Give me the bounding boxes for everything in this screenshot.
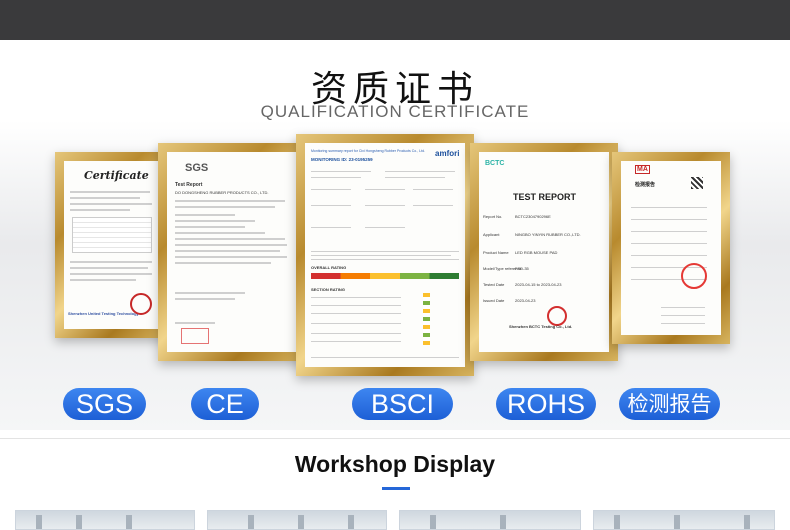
certificate-paper: BCTC TEST REPORT Report No. BCTC23047902… [479, 152, 609, 352]
badge-ce: CE [191, 388, 259, 420]
sgs-logo: SGS [185, 162, 209, 174]
report-label: Test Report [175, 182, 203, 188]
sgs-stamp-icon [181, 328, 209, 344]
certificate-paper: MA 检测报告 [621, 161, 721, 335]
report-row-label: Report No. [483, 214, 503, 219]
report-row-value: LED RGB MOUSE PAD [515, 250, 558, 255]
workshop-title: Workshop Display [294, 451, 496, 477]
workshop-title-underline [382, 487, 410, 490]
certificate-paper: Monitoring summary report for Cixi Hongs… [305, 143, 465, 367]
certificate-frame-2: SGS Test Report DO DONGSHENG RUBBER PROD… [158, 143, 306, 361]
badge-inspection-report: 检测报告 [619, 388, 720, 420]
workshop-photo-4 [593, 510, 775, 530]
report-row-label: Product Name [483, 250, 509, 255]
badge-bsci: BSCI [352, 388, 453, 420]
report-row-value: BCTC2304790296E [515, 214, 551, 219]
report-row-value: FSD-35 [515, 266, 529, 271]
workshop-photo-1 [15, 510, 195, 530]
report-title-cn: 检测报告 [635, 182, 656, 188]
certificate-paper: Certificate Shenzhen United Testing Tech… [64, 161, 158, 329]
section-rating-label: SECTION RATING [311, 287, 345, 292]
monitoring-id: MONITORING ID: 23-0195259 [311, 157, 373, 162]
workshop-photo-2 [207, 510, 387, 530]
section-title-en: QUALIFICATION CERTIFICATE [260, 102, 530, 121]
section-divider [0, 438, 790, 439]
report-row-value: NINGBO YINYIN RUBBER CO.,LTD. [515, 232, 581, 237]
certificate-frame-3: Monitoring summary report for Cixi Hongs… [296, 134, 474, 376]
seal-icon [681, 263, 707, 289]
certificate-heading: Certificate [84, 169, 149, 182]
certificate-frame-4: BCTC TEST REPORT Report No. BCTC23047902… [470, 143, 618, 361]
report-company: DO DONGSHENG RUBBER PRODUCTS CO., LTD. [175, 190, 269, 195]
certificate-frame-1: Certificate Shenzhen United Testing Tech… [55, 152, 167, 338]
seal-icon [130, 293, 152, 315]
report-row-label: Applicant [483, 232, 500, 237]
test-report-title: TEST REPORT [513, 192, 577, 202]
amfori-logo: amfori [435, 149, 460, 158]
issuer-name: Shenzhen BCTC Testing Co., Ltd. [509, 324, 573, 329]
qr-code-icon [691, 177, 703, 189]
bctc-logo: BCTC [485, 160, 505, 167]
certificate-frame-5: MA 检测报告 [612, 152, 730, 344]
certificate-paper: SGS Test Report DO DONGSHENG RUBBER PROD… [167, 152, 297, 352]
badge-rohs: ROHS [496, 388, 596, 420]
report-row-label: Tested Date [483, 282, 505, 287]
top-bar [0, 0, 790, 40]
certificate-footer: Shenzhen United Testing Technology [68, 311, 139, 316]
report-row-value: 2023-04-23 [515, 298, 536, 303]
cma-mark: MA [635, 165, 650, 174]
rating-color-bar [311, 273, 459, 279]
red-stamp-icon [547, 306, 567, 326]
overall-rating-label: OVERALL RATING [311, 265, 347, 270]
report-header: Monitoring summary report for Cixi Hongs… [311, 149, 425, 153]
report-row-value: 2023-04-15 to 2023-04-23 [515, 282, 562, 287]
workshop-photo-3 [399, 510, 581, 530]
badge-sgs: SGS [63, 388, 146, 420]
report-row-label: Issued Date [483, 298, 505, 303]
